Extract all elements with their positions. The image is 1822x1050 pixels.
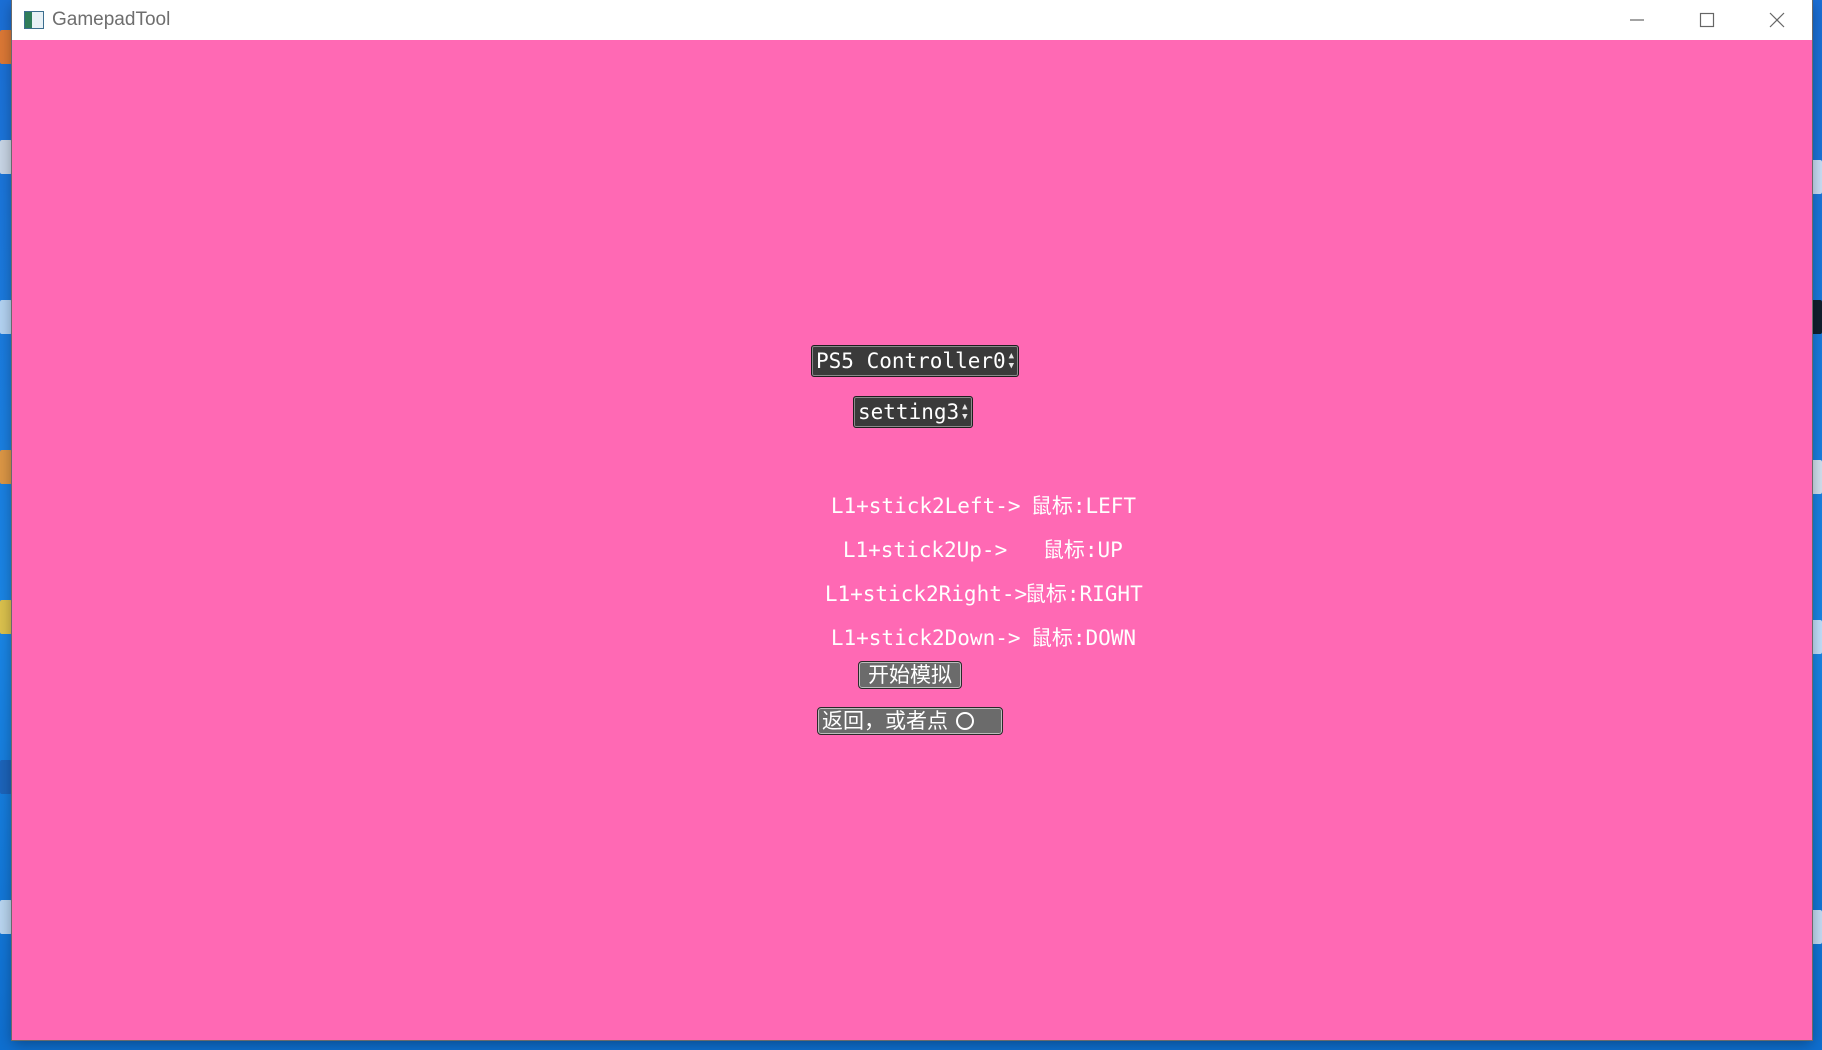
desktop-icon [0, 140, 12, 174]
desktop-icon [0, 760, 12, 794]
controller-picker-value: PS5 Controller0 [816, 349, 1006, 373]
maximize-icon [1699, 12, 1715, 28]
close-button[interactable] [1742, 0, 1812, 40]
desktop-icon [0, 450, 12, 484]
start-simulation-label: 开始模拟 [868, 663, 952, 687]
app-window: GamepadTool PS5 Controller0 ▲ ▼ setting3 … [12, 0, 1812, 1040]
minimize-button[interactable] [1602, 0, 1672, 40]
minimize-icon [1630, 19, 1644, 21]
start-simulation-button[interactable]: 开始模拟 [858, 661, 962, 689]
window-controls [1602, 0, 1812, 40]
desktop-icon [0, 300, 12, 334]
title-bar[interactable]: GamepadTool [12, 0, 1812, 40]
setting-picker[interactable]: setting3 ▲ ▼ [853, 396, 973, 428]
app-client-area: PS5 Controller0 ▲ ▼ setting3 ▲ ▼ L1+stick2… [12, 40, 1812, 1040]
app-icon [24, 11, 44, 29]
desktop-icon [0, 600, 12, 634]
maximize-button[interactable] [1672, 0, 1742, 40]
window-title: GamepadTool [52, 9, 171, 30]
setting-picker-value: setting3 [858, 400, 960, 424]
back-button[interactable]: 返回，或者点 [817, 707, 1003, 735]
mapping-output: 鼠标:DOWN [1030, 626, 1137, 650]
mapping-input: L1+stick2Down-> [830, 626, 1021, 650]
controller-picker[interactable]: PS5 Controller0 ▲ ▼ [811, 345, 1020, 377]
desktop-icon [0, 900, 12, 934]
desktop-icon [0, 30, 12, 64]
spinner-icon[interactable]: ▲ ▼ [1009, 351, 1014, 371]
back-button-label: 返回，或者点 [822, 709, 948, 733]
circle-button-icon [956, 712, 974, 730]
spinner-icon[interactable]: ▲ ▼ [962, 402, 967, 422]
close-icon [1769, 12, 1785, 28]
desktop-left-edge [0, 0, 12, 1050]
